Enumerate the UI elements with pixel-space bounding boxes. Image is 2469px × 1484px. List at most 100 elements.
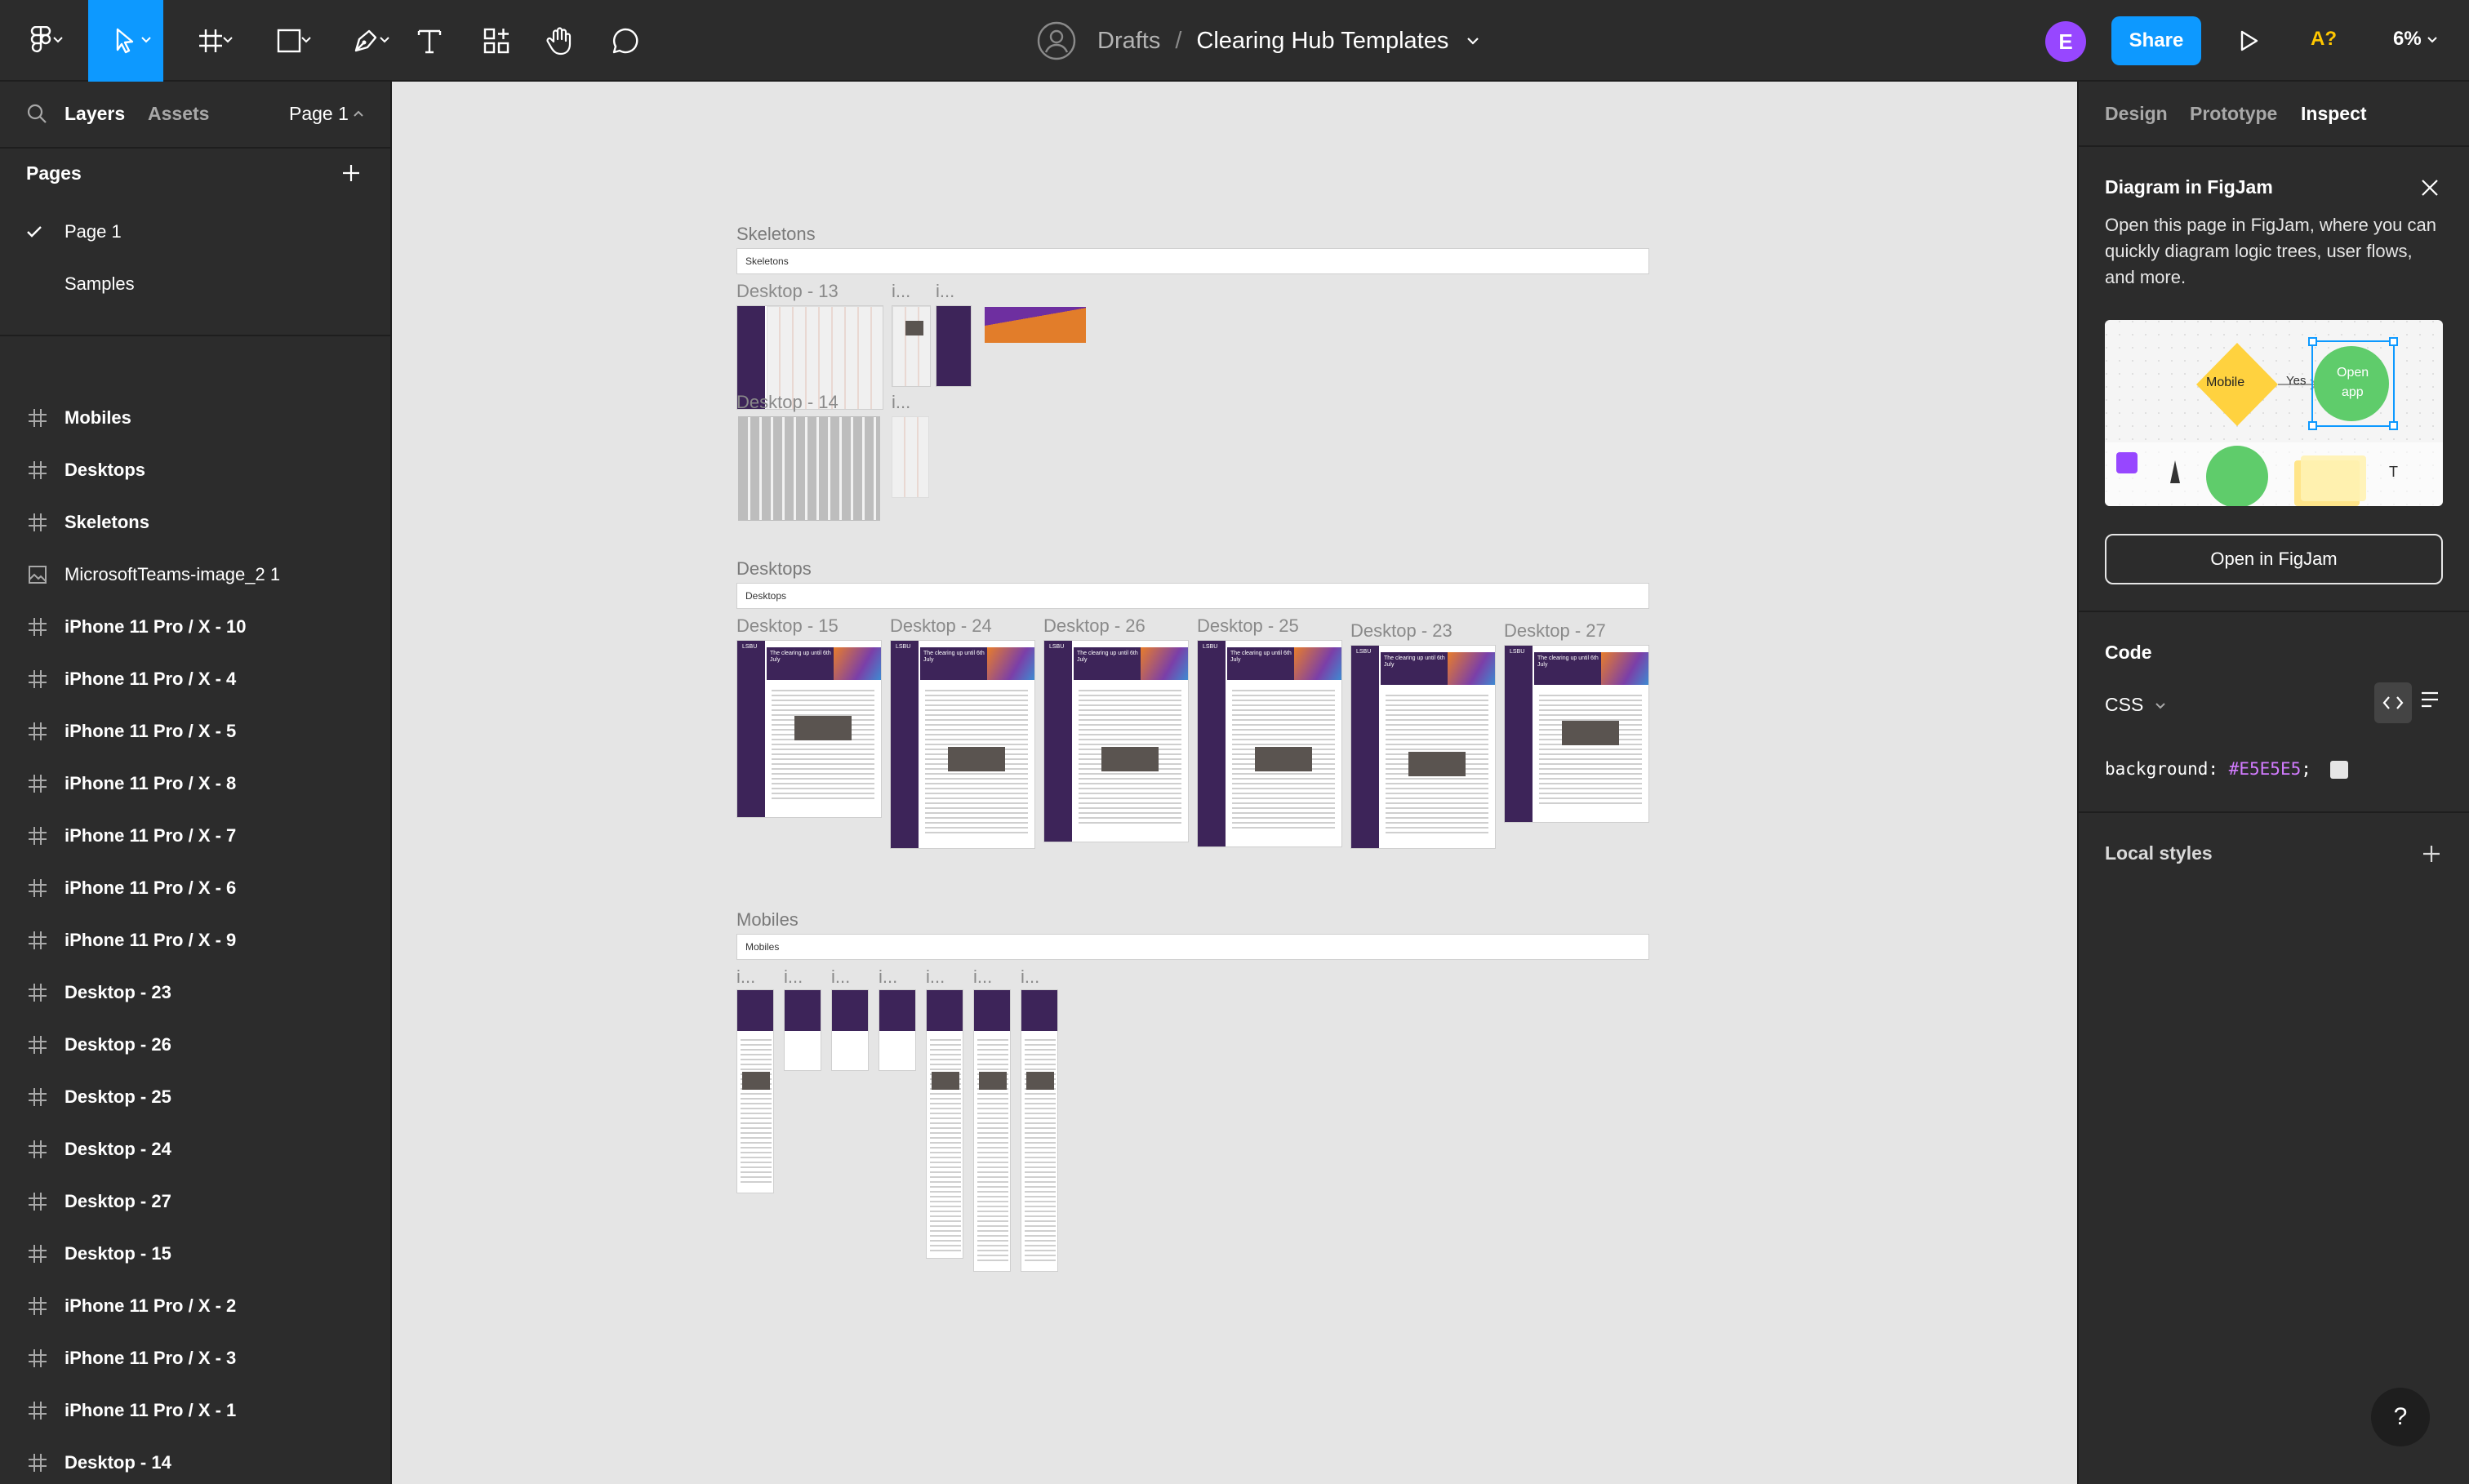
layer-item[interactable]: iPhone 11 Pro / X - 7	[0, 810, 390, 862]
mobile-frame[interactable]	[926, 989, 963, 1259]
layer-item[interactable]: iPhone 11 Pro / X - 6	[0, 862, 390, 914]
section-bar-mobiles[interactable]: Mobiles	[736, 934, 1649, 960]
comment-tool-button[interactable]	[603, 0, 648, 82]
frame-label[interactable]: i...	[926, 966, 945, 988]
mobile-frame[interactable]	[736, 989, 774, 1193]
code-language-select[interactable]: CSS	[2105, 694, 2165, 716]
section-bar-desktops[interactable]: Desktops	[736, 583, 1649, 609]
text-tool-button[interactable]	[408, 0, 451, 82]
frame-label[interactable]: Desktop - 14	[736, 392, 839, 413]
frame-label[interactable]: i...	[784, 966, 803, 988]
layer-item[interactable]: iPhone 11 Pro / X - 4	[0, 653, 390, 705]
desktop-frame[interactable]: LSBU The clearing up until 6th July	[736, 640, 882, 818]
code-view-toggle[interactable]	[2374, 682, 2412, 723]
shape-tool-button[interactable]	[256, 0, 322, 82]
layer-item[interactable]: Desktop - 15	[0, 1228, 390, 1280]
frame-label[interactable]: i...	[879, 966, 897, 988]
breadcrumb-drafts-link[interactable]: Drafts	[1097, 28, 1160, 55]
layer-item[interactable]: Desktop - 27	[0, 1175, 390, 1228]
section-bar-skeletons[interactable]: Skeletons	[736, 248, 1649, 274]
mobile-frame[interactable]	[1021, 989, 1058, 1272]
skeleton-frame[interactable]	[936, 305, 972, 387]
page-selector[interactable]: Page 1	[289, 103, 349, 125]
layer-item[interactable]: Desktop - 23	[0, 966, 390, 1019]
microsoft-teams-image[interactable]	[985, 307, 1086, 343]
design-canvas[interactable]: Skeletons Skeletons Desktop - 13 i... i.…	[392, 82, 2077, 1484]
chevron-down-icon[interactable]	[2427, 36, 2438, 44]
skeleton-frame[interactable]	[892, 305, 931, 387]
chevron-down-icon[interactable]	[1466, 36, 1479, 46]
frame-label[interactable]: i...	[831, 966, 850, 988]
section-title-desktops[interactable]: Desktops	[736, 558, 812, 580]
layer-item[interactable]: Desktop - 14	[0, 1437, 390, 1484]
layer-item[interactable]: Desktop - 26	[0, 1019, 390, 1071]
frame-label[interactable]: i...	[936, 281, 954, 302]
section-title-mobiles[interactable]: Mobiles	[736, 909, 799, 931]
share-button[interactable]: Share	[2111, 16, 2201, 65]
missing-fonts-badge[interactable]: A?	[2311, 28, 2337, 51]
open-in-figjam-button[interactable]: Open in FigJam	[2105, 534, 2443, 584]
desktop-frame[interactable]: LSBU The clearing up until 6th July	[1043, 640, 1189, 842]
present-button[interactable]	[2229, 0, 2270, 82]
page-item-page-1[interactable]: Page 1	[0, 206, 390, 258]
tab-assets[interactable]: Assets	[148, 103, 209, 125]
skeleton-frame-desktop-14[interactable]	[738, 416, 880, 521]
mobile-frame[interactable]	[784, 989, 821, 1071]
frame-tool-button[interactable]	[178, 0, 243, 82]
layer-item[interactable]: Skeletons	[0, 496, 390, 549]
layer-item[interactable]: Desktops	[0, 444, 390, 496]
add-page-plus-icon[interactable]	[341, 163, 361, 183]
help-button[interactable]: ?	[2371, 1388, 2430, 1446]
tab-inspect[interactable]: Inspect	[2301, 103, 2367, 125]
add-style-plus-icon[interactable]	[2422, 844, 2441, 864]
layer-item[interactable]: Desktop - 25	[0, 1071, 390, 1123]
frame-label[interactable]: i...	[973, 966, 992, 988]
tab-design[interactable]: Design	[2105, 103, 2168, 125]
resources-button[interactable]	[474, 0, 519, 82]
desktop-frame[interactable]: LSBU The clearing up until 6th July	[890, 640, 1035, 849]
pen-tool-button[interactable]	[333, 0, 398, 82]
frame-label[interactable]: Desktop - 13	[736, 281, 839, 302]
desktop-frame[interactable]: LSBU The clearing up until 6th July	[1504, 645, 1649, 823]
frame-label[interactable]: Desktop - 25	[1197, 615, 1299, 637]
frame-label[interactable]: i...	[1021, 966, 1039, 988]
layer-item[interactable]: Mobiles	[0, 392, 390, 444]
tab-prototype[interactable]: Prototype	[2190, 103, 2277, 125]
mobile-frame[interactable]	[879, 989, 916, 1071]
layer-item[interactable]: iPhone 11 Pro / X - 5	[0, 705, 390, 758]
list-view-toggle[interactable]	[2420, 691, 2440, 709]
mobile-frame[interactable]	[973, 989, 1011, 1272]
layer-item[interactable]: iPhone 11 Pro / X - 8	[0, 758, 390, 810]
frame-label[interactable]: i...	[892, 281, 910, 302]
file-name[interactable]: Clearing Hub Templates	[1196, 28, 1448, 55]
frame-label[interactable]: Desktop - 24	[890, 615, 992, 637]
css-code-line[interactable]: background: #E5E5E5;	[2105, 759, 2348, 779]
close-icon[interactable]	[2420, 178, 2440, 198]
layer-item[interactable]: iPhone 11 Pro / X - 10	[0, 601, 390, 653]
tab-layers[interactable]: Layers	[65, 103, 125, 125]
desktop-frame[interactable]: LSBU The clearing up until 6th July	[1350, 645, 1496, 849]
user-avatar[interactable]: E	[2045, 21, 2086, 62]
layer-item[interactable]: MicrosoftTeams-image_2 1	[0, 549, 390, 601]
frame-label[interactable]: i...	[892, 392, 910, 413]
desktop-frame[interactable]: LSBU The clearing up until 6th July	[1197, 640, 1342, 847]
frame-label[interactable]: Desktop - 26	[1043, 615, 1146, 637]
move-tool-button[interactable]	[88, 0, 163, 82]
hand-tool-button[interactable]	[537, 0, 583, 82]
main-menu-button[interactable]	[11, 0, 70, 82]
search-icon[interactable]	[26, 103, 47, 124]
frame-label[interactable]: Desktop - 15	[736, 615, 839, 637]
section-title-skeletons[interactable]: Skeletons	[736, 224, 816, 245]
frame-label[interactable]: Desktop - 27	[1504, 620, 1606, 642]
skeleton-frame[interactable]	[892, 416, 929, 498]
frame-label[interactable]: i...	[736, 966, 755, 988]
chevron-up-icon[interactable]	[353, 109, 364, 118]
zoom-level[interactable]: 6%	[2393, 28, 2422, 51]
layer-item[interactable]: iPhone 11 Pro / X - 3	[0, 1332, 390, 1384]
frame-label[interactable]: Desktop - 23	[1350, 620, 1452, 642]
layer-item[interactable]: iPhone 11 Pro / X - 1	[0, 1384, 390, 1437]
layer-item[interactable]: Desktop - 24	[0, 1123, 390, 1175]
layer-item[interactable]: iPhone 11 Pro / X - 9	[0, 914, 390, 966]
layer-item[interactable]: iPhone 11 Pro / X - 2	[0, 1280, 390, 1332]
mobile-frame[interactable]	[831, 989, 869, 1071]
